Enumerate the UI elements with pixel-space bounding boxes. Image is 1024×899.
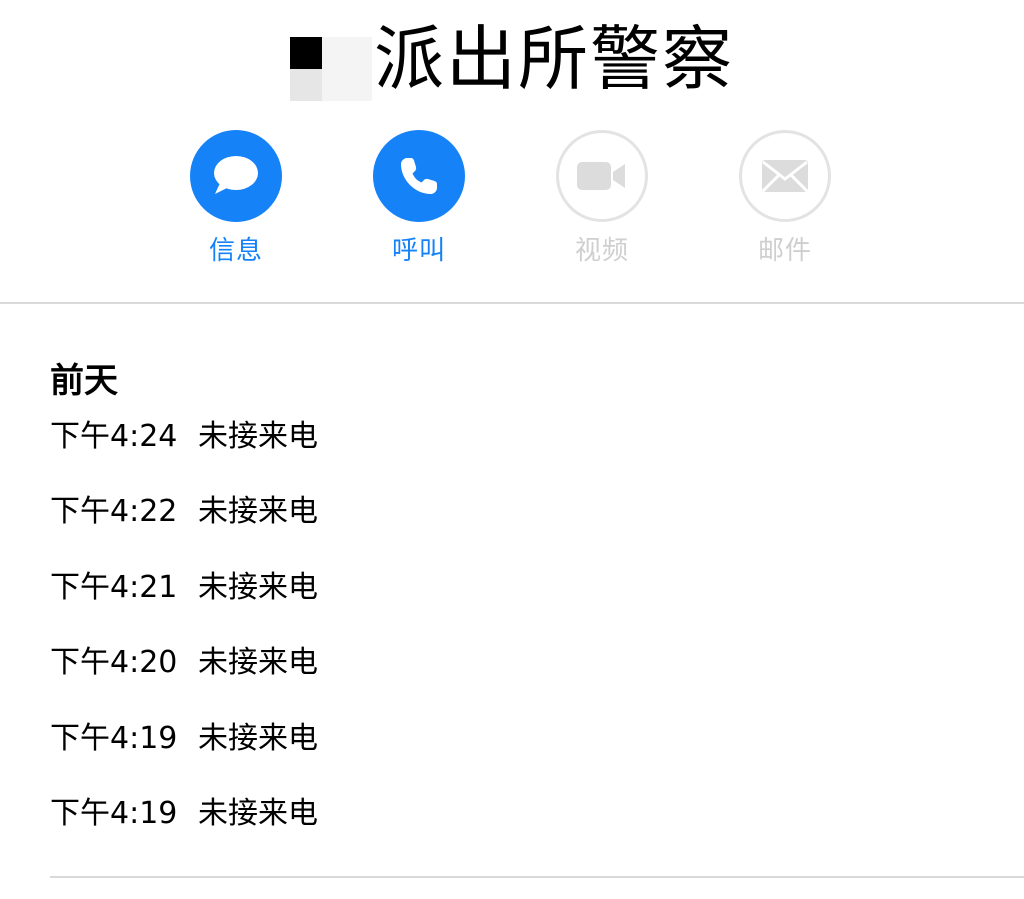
phone-icon bbox=[401, 158, 437, 194]
call-row: 下午4:20 未接来电 bbox=[50, 646, 1000, 721]
call-status: 未接来电 bbox=[198, 419, 318, 454]
call-status: 未接来电 bbox=[198, 720, 318, 756]
message-button-label: 信息 bbox=[208, 236, 263, 266]
call-time: 下午4:20 bbox=[50, 645, 178, 681]
contact-header: 派出所警察 bbox=[0, 14, 1024, 104]
contact-name-row: 派出所警察 bbox=[290, 14, 734, 104]
mail-button-circle[interactable] bbox=[739, 130, 831, 222]
video-camera-icon bbox=[577, 162, 625, 190]
contact-name: 派出所警察 bbox=[374, 18, 734, 100]
call-status: 未接来电 bbox=[198, 645, 318, 681]
video-button-circle[interactable] bbox=[556, 130, 648, 222]
call-button-circle[interactable] bbox=[373, 130, 465, 222]
call-history: 前天 下午4:24 未接来电 下午4:22 未接来电 下午4:21 未接来电 下… bbox=[50, 356, 1000, 872]
call-time: 下午4:19 bbox=[50, 795, 178, 831]
call-time: 下午4:21 bbox=[50, 569, 178, 605]
header-divider bbox=[0, 302, 1024, 304]
call-row: 下午4:24 未接来电 bbox=[50, 420, 1000, 495]
call-row: 下午4:19 未接来电 bbox=[50, 720, 1000, 797]
call-row: 下午4:21 未接来电 bbox=[50, 569, 1000, 646]
call-time: 下午4:22 bbox=[50, 494, 178, 530]
video-button-label: 视频 bbox=[574, 236, 629, 266]
mail-button[interactable]: 邮件 bbox=[725, 130, 845, 268]
call-status: 未接来电 bbox=[198, 494, 318, 530]
call-status: 未接来电 bbox=[198, 569, 318, 605]
call-status: 未接来电 bbox=[198, 795, 318, 831]
mail-button-label: 邮件 bbox=[757, 236, 812, 266]
call-button[interactable]: 呼叫 bbox=[359, 130, 479, 268]
call-row: 下午4:19 未接来电 bbox=[50, 795, 1000, 872]
call-time: 下午4:19 bbox=[50, 720, 178, 756]
video-button[interactable]: 视频 bbox=[542, 130, 662, 268]
call-button-label: 呼叫 bbox=[391, 236, 446, 266]
redacted-name-block bbox=[290, 17, 372, 101]
history-divider bbox=[50, 876, 1024, 878]
call-row: 下午4:22 未接来电 bbox=[50, 495, 1000, 570]
envelope-icon bbox=[761, 160, 809, 193]
message-bubble-icon bbox=[214, 156, 258, 194]
call-time: 下午4:24 bbox=[50, 419, 178, 454]
message-button[interactable]: 信息 bbox=[176, 130, 296, 268]
action-buttons-row: 信息 呼叫 视频 邮件 bbox=[0, 130, 1024, 270]
message-button-circle[interactable] bbox=[190, 130, 282, 222]
contact-detail-screen: 派出所警察 信息 呼叫 视频 邮件 前天 下午4:24 未接来电 下午4:22 … bbox=[0, 0, 1024, 899]
day-heading: 前天 bbox=[50, 361, 118, 401]
call-list: 下午4:24 未接来电 下午4:22 未接来电 下午4:21 未接来电 下午4:… bbox=[50, 420, 1000, 872]
